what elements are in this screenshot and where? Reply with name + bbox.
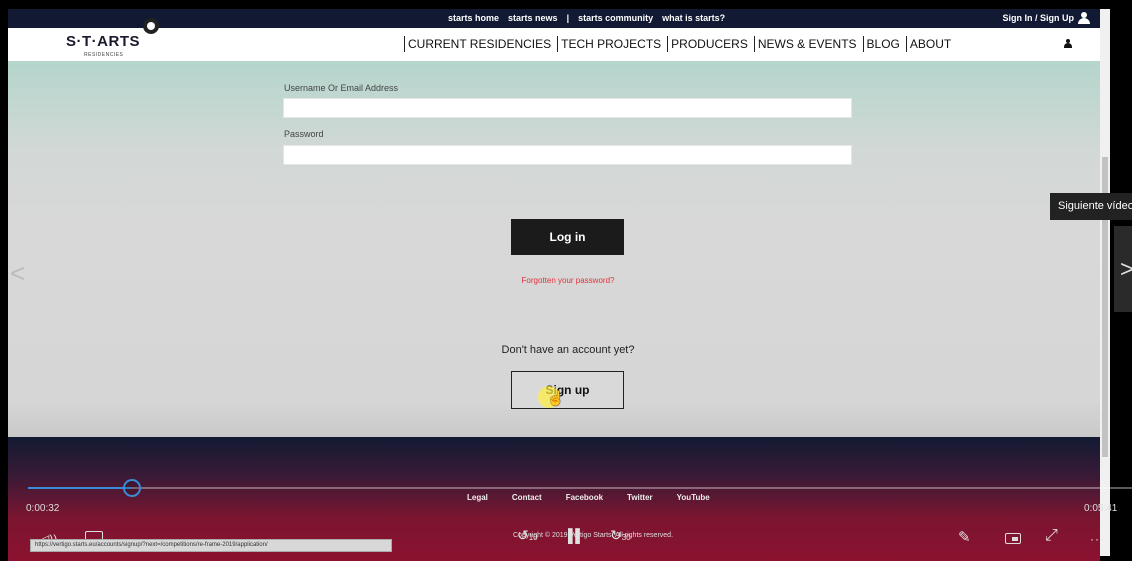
- top-links: starts home starts news | starts communi…: [448, 13, 725, 23]
- next-video-tooltip: Siguiente vídeo: [1050, 193, 1132, 220]
- nav-item-news-events[interactable]: NEWS & EVENTS: [753, 36, 863, 52]
- status-bar-url: https://vertigo.starts.eu/accounts/signu…: [30, 539, 392, 552]
- logo-subtitle: RESIDENCIES: [84, 52, 124, 58]
- pause-icon[interactable]: ▌▌: [568, 528, 584, 543]
- top-link-separator: |: [566, 13, 570, 23]
- user-icon[interactable]: [1064, 39, 1072, 49]
- miniplayer-icon[interactable]: [1005, 533, 1021, 544]
- footer-link-contact[interactable]: Contact: [512, 493, 542, 502]
- forward-seconds: 30: [621, 533, 631, 542]
- nav-item-producers[interactable]: PRODUCERS: [667, 36, 754, 52]
- video-progress-knob[interactable]: [123, 479, 141, 497]
- top-link-starts-news[interactable]: starts news: [508, 13, 558, 23]
- username-input[interactable]: [283, 98, 852, 118]
- nav-item-blog[interactable]: BLOG: [862, 36, 906, 52]
- nav-item-current-residencies[interactable]: CURRENT RESIDENCIES: [404, 36, 557, 52]
- rewind-seconds: 10: [528, 533, 538, 542]
- footer-link-legal[interactable]: Legal: [467, 493, 488, 502]
- time-current: 0:00:32: [26, 503, 60, 514]
- hand-cursor-icon: ☝: [547, 390, 565, 406]
- top-link-what-is-starts[interactable]: what is starts?: [662, 13, 725, 23]
- webpage-frame: starts home starts news | starts communi…: [8, 9, 1100, 561]
- more-icon[interactable]: ···: [1090, 532, 1105, 546]
- top-link-starts-community[interactable]: starts community: [578, 13, 653, 23]
- user-icon: [1078, 12, 1090, 24]
- top-link-starts-home[interactable]: starts home: [448, 13, 499, 23]
- top-bar: starts home starts news | starts communi…: [8, 9, 1100, 28]
- forward-icon[interactable]: ↻30: [610, 527, 631, 544]
- pen-icon[interactable]: ✎: [958, 528, 971, 546]
- username-label: Username Or Email Address: [284, 83, 399, 93]
- password-input[interactable]: [283, 145, 852, 165]
- video-progress-track[interactable]: [28, 487, 1132, 489]
- forgot-password-link[interactable]: Forgotten your password?: [516, 276, 620, 285]
- video-progress-fill: [28, 487, 132, 489]
- next-video-button[interactable]: >: [1114, 226, 1132, 312]
- logo-mark-icon: [143, 18, 159, 34]
- sign-in-label: Sign In / Sign Up: [1002, 13, 1075, 23]
- login-section: Username Or Email Address Password Log i…: [8, 61, 1100, 437]
- chevron-left-icon[interactable]: <: [10, 258, 25, 289]
- main-nav: S·T·ARTS RESIDENCIES CURRENT RESIDENCIES…: [8, 18, 1100, 61]
- nav-item-tech-projects[interactable]: TECH PROJECTS: [557, 36, 667, 52]
- time-end: 0:05:41: [1084, 503, 1118, 514]
- chevron-right-icon: >: [1120, 256, 1132, 283]
- rewind-icon[interactable]: ↺10: [517, 527, 538, 544]
- signup-button[interactable]: Sign up: [511, 371, 624, 409]
- footer-link-facebook[interactable]: Facebook: [566, 493, 603, 502]
- footer-link-youtube[interactable]: YouTube: [677, 493, 710, 502]
- footer-link-twitter[interactable]: Twitter: [627, 493, 653, 502]
- fullscreen-icon[interactable]: ⤢: [1045, 527, 1058, 545]
- logo[interactable]: S·T·ARTS: [66, 33, 140, 50]
- nav-items: CURRENT RESIDENCIES TECH PROJECTS PRODUC…: [404, 36, 957, 52]
- nav-item-about[interactable]: ABOUT: [905, 36, 957, 52]
- no-account-text: Don't have an account yet?: [501, 344, 635, 356]
- password-label: Password: [284, 129, 324, 139]
- sign-in-link[interactable]: Sign In / Sign Up: [1002, 12, 1090, 24]
- footer-links: Legal Contact Facebook Twitter YouTube: [467, 493, 710, 502]
- login-button[interactable]: Log in: [511, 219, 624, 255]
- page-scrollbar[interactable]: [1100, 9, 1110, 556]
